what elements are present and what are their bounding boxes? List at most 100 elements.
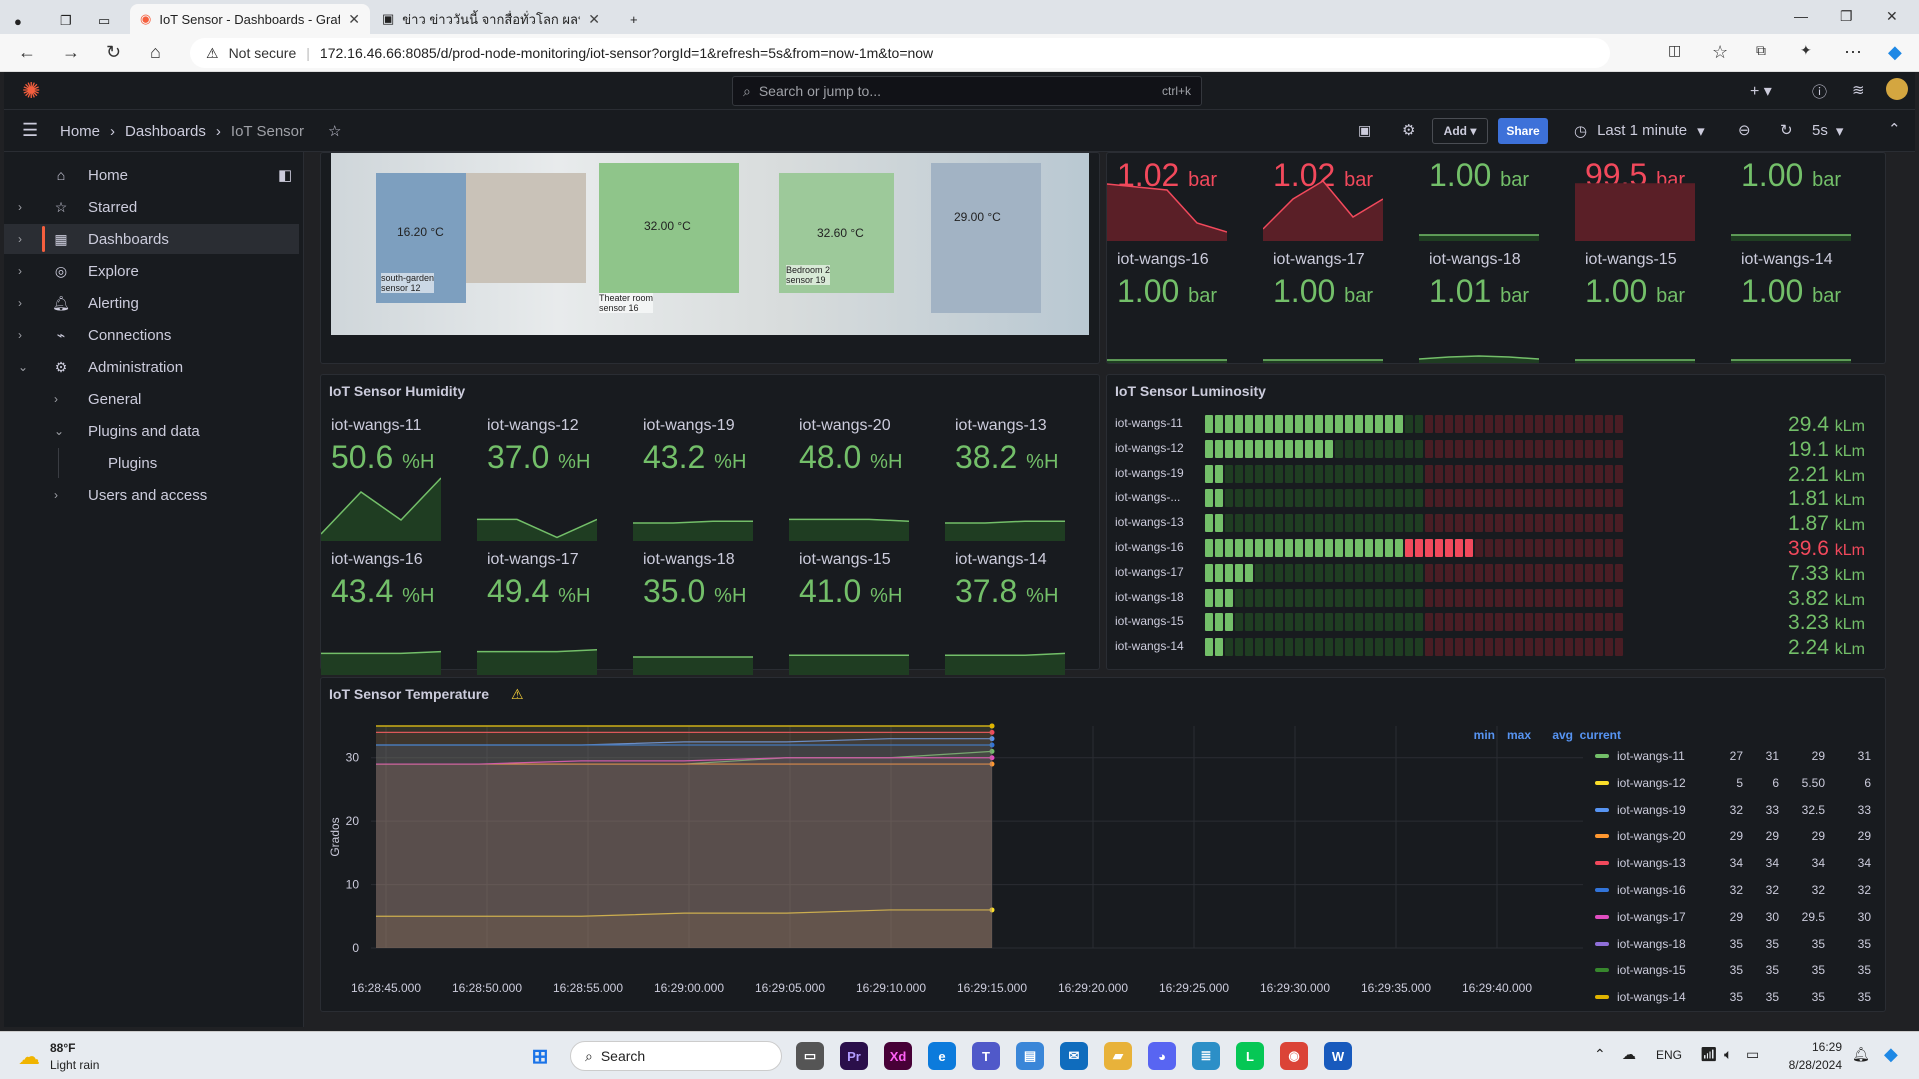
legend-header-avg[interactable]: avg: [1519, 728, 1573, 742]
luminosity-row[interactable]: iot-wangs-13 1.87 kLm: [1115, 512, 1865, 535]
language-indicator[interactable]: ENG: [1656, 1048, 1682, 1062]
notification-bell-icon[interactable]: 🔔︎: [1852, 1046, 1870, 1063]
pressure-stat-partial[interactable]: 99.5 bar: [1575, 153, 1725, 241]
legend-item[interactable]: iot-wangs-14 35 35 35 35: [1591, 985, 1881, 1008]
chevron-right-icon[interactable]: ›: [18, 264, 22, 278]
line-icon[interactable]: L: [1236, 1042, 1264, 1070]
pressure-stat[interactable]: iot-wangs-16 1.00 bar: [1107, 247, 1257, 363]
refresh-icon[interactable]: ↻: [1780, 121, 1793, 139]
edge-icon[interactable]: e: [928, 1042, 956, 1070]
luminosity-row[interactable]: iot-wangs-... 1.81 kLm: [1115, 487, 1865, 510]
humidity-stat[interactable]: iot-wangs-18 35.0 %H: [633, 547, 783, 675]
breadcrumb-home[interactable]: Home: [60, 123, 100, 140]
word-icon[interactable]: W: [1324, 1042, 1352, 1070]
nav-item-home[interactable]: ⌂ Home: [4, 160, 299, 190]
luminosity-row[interactable]: iot-wangs-17 7.33 kLm: [1115, 562, 1865, 585]
premiere-icon[interactable]: Pr: [840, 1042, 868, 1070]
collections-icon[interactable]: ⧉: [1756, 42, 1766, 59]
task-view-icon[interactable]: ▭: [796, 1042, 824, 1070]
nav-item-users-and-access[interactable]: › Users and access: [4, 480, 299, 510]
clock-date[interactable]: 8/28/2024: [1772, 1058, 1842, 1072]
pressure-stat[interactable]: iot-wangs-17 1.00 bar: [1263, 247, 1413, 363]
humidity-stat[interactable]: iot-wangs-15 41.0 %H: [789, 547, 939, 675]
legend-item[interactable]: iot-wangs-11 27 31 29 31: [1591, 744, 1881, 770]
workspaces-icon[interactable]: ❐: [50, 6, 80, 36]
legend-item[interactable]: iot-wangs-15 35 35 35 35: [1591, 958, 1881, 984]
star-icon[interactable]: ☆: [328, 122, 341, 140]
humidity-stat[interactable]: iot-wangs-11 50.6 %H: [321, 413, 471, 541]
onedrive-icon[interactable]: ☁: [1622, 1046, 1636, 1063]
copilot-icon[interactable]: ◆: [1888, 42, 1902, 63]
forward-icon[interactable]: →: [62, 42, 80, 63]
help-icon[interactable]: ⓘ: [1812, 81, 1827, 102]
nav-item-plugins-and-data[interactable]: ⌄ Plugins and data: [4, 416, 299, 446]
chevron-right-icon[interactable]: ›: [18, 328, 22, 342]
nav-item-explore[interactable]: › ◎ Explore: [4, 256, 299, 286]
pressure-stat[interactable]: iot-wangs-14 1.00 bar: [1731, 247, 1881, 363]
nav-item-alerting[interactable]: › 🔔︎ Alerting: [4, 288, 299, 318]
news-feed-icon[interactable]: ≋: [1852, 81, 1865, 99]
legend-item[interactable]: iot-wangs-13 34 34 34 34: [1591, 851, 1881, 877]
chevron-right-icon[interactable]: ›: [18, 200, 22, 214]
luminosity-row[interactable]: iot-wangs-16 39.6 kLm: [1115, 537, 1865, 560]
menu-toggle-icon[interactable]: ☰: [22, 120, 38, 141]
xd-icon[interactable]: Xd: [884, 1042, 912, 1070]
chevron-right-icon[interactable]: ›: [54, 488, 58, 502]
more-icon[interactable]: ⋯: [1844, 42, 1862, 63]
reload-icon[interactable]: ↻: [106, 42, 121, 63]
chevron-down-icon[interactable]: ⌄: [18, 360, 28, 374]
volume-icon[interactable]: 🔈︎: [1724, 1046, 1732, 1063]
pressure-stat[interactable]: iot-wangs-18 1.01 bar: [1419, 247, 1569, 363]
add-button[interactable]: Add ▾: [1432, 118, 1488, 144]
split-screen-icon[interactable]: ◫: [1668, 42, 1681, 59]
url-field[interactable]: ⚠ Not secure | 172.16.46.66:8085/d/prod-…: [190, 38, 1610, 68]
legend-item[interactable]: iot-wangs-20 29 29 29 29: [1591, 824, 1881, 850]
legend-item[interactable]: iot-wangs-18 35 35 35 35: [1591, 932, 1881, 958]
taskbar-search[interactable]: ⌕ Search: [570, 1041, 782, 1071]
humidity-stat[interactable]: iot-wangs-13 38.2 %H: [945, 413, 1095, 541]
weather-icon[interactable]: ☁: [18, 1044, 40, 1070]
start-icon[interactable]: ⊞: [526, 1042, 554, 1070]
tab-grafana[interactable]: ◉ IoT Sensor - Dashboards - Grafan ✕: [130, 4, 370, 34]
tab-news[interactable]: ▣ ข่าว ข่าววันนี้ จากสื่อทั่วโลก ผลบอลโล…: [372, 4, 610, 34]
discord-icon[interactable]: ◕: [1148, 1042, 1176, 1070]
close-tab-icon[interactable]: ✕: [348, 11, 360, 28]
legend-item[interactable]: iot-wangs-17 29 30 29.5 30: [1591, 905, 1881, 931]
store-icon[interactable]: ▤: [1016, 1042, 1044, 1070]
restore-icon[interactable]: ❐: [1840, 8, 1853, 25]
humidity-stat[interactable]: iot-wangs-17 49.4 %H: [477, 547, 627, 675]
tray-overflow-icon[interactable]: ⌃: [1594, 1046, 1606, 1063]
pressure-stat-partial[interactable]: 1.00 bar: [1419, 153, 1569, 241]
mail-icon[interactable]: ✉: [1060, 1042, 1088, 1070]
nav-item-plugins[interactable]: Plugins: [4, 448, 299, 478]
grafana-logo-icon[interactable]: ✺: [22, 78, 40, 104]
humidity-stat[interactable]: iot-wangs-19 43.2 %H: [633, 413, 783, 541]
home-icon[interactable]: ⌂: [150, 42, 161, 63]
humidity-stat[interactable]: iot-wangs-14 37.8 %H: [945, 547, 1095, 675]
legend-item[interactable]: iot-wangs-12 5 6 5.50 6: [1591, 771, 1881, 797]
settings-icon[interactable]: ⚙: [1402, 121, 1415, 139]
chrome-icon[interactable]: ◉: [1280, 1042, 1308, 1070]
legend-header-current[interactable]: current: [1567, 728, 1621, 742]
luminosity-row[interactable]: iot-wangs-18 3.82 kLm: [1115, 587, 1865, 610]
humidity-stat[interactable]: iot-wangs-16 43.4 %H: [321, 547, 471, 675]
new-tab-button[interactable]: +: [620, 4, 650, 34]
notepad-icon[interactable]: ≣: [1192, 1042, 1220, 1070]
nav-item-dashboards[interactable]: › ▦ Dashboards: [4, 224, 299, 254]
luminosity-row[interactable]: iot-wangs-12 19.1 kLm: [1115, 438, 1865, 461]
close-window-icon[interactable]: ✕: [1886, 8, 1898, 25]
nav-item-administration[interactable]: ⌄ ⚙ Administration: [4, 352, 299, 382]
copilot-taskbar-icon[interactable]: ◆: [1884, 1044, 1898, 1065]
chevron-right-icon[interactable]: ›: [54, 392, 58, 406]
nav-item-starred[interactable]: › ☆ Starred: [4, 192, 299, 222]
pressure-stat-partial[interactable]: 1.02 bar: [1263, 153, 1413, 241]
legend-item[interactable]: iot-wangs-16 32 32 32 32: [1591, 878, 1881, 904]
extensions-icon[interactable]: ✦: [1800, 42, 1812, 59]
nav-item-general[interactable]: › General: [4, 384, 299, 414]
clock-time[interactable]: 16:29: [1782, 1040, 1842, 1054]
luminosity-row[interactable]: iot-wangs-19 2.21 kLm: [1115, 463, 1865, 486]
collapse-icon[interactable]: ⌃: [1888, 120, 1901, 138]
luminosity-row[interactable]: iot-wangs-14 2.24 kLm: [1115, 636, 1865, 659]
minimize-icon[interactable]: —: [1794, 8, 1808, 24]
legend-item[interactable]: iot-wangs-19 32 33 32.5 33: [1591, 798, 1881, 824]
